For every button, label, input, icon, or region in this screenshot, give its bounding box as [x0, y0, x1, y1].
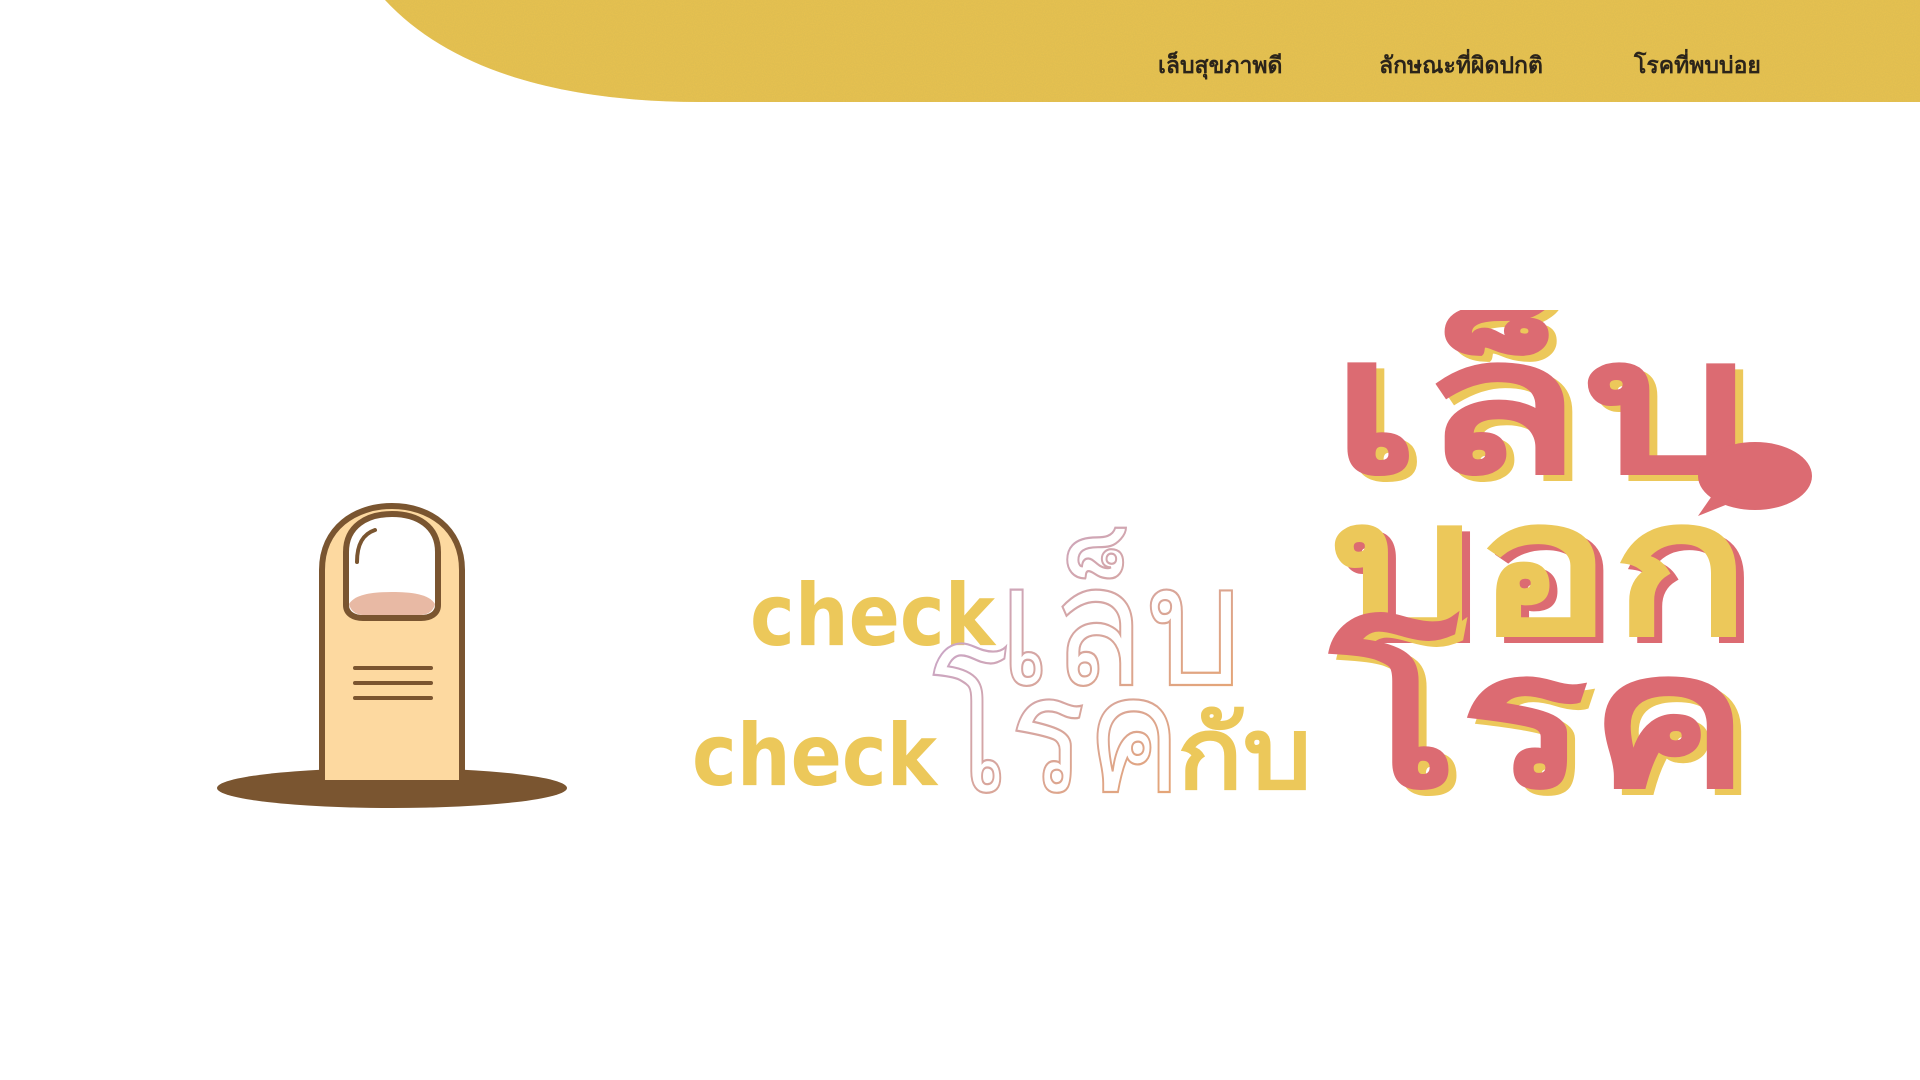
hero-disease-word: โรค — [932, 639, 1182, 800]
speech-bubble-icon — [1698, 442, 1812, 516]
nav-healthy-nails[interactable]: เล็บสุขภาพดี — [1158, 46, 1283, 86]
hero-with-word: กับ — [1177, 695, 1312, 800]
nav-abnormal-signs[interactable]: ลักษณะที่ผิดปกติ — [1379, 46, 1543, 86]
nav-common-diseases[interactable]: โรคที่พบบ่อย — [1634, 46, 1761, 86]
logo-stack: เล็บ บอก โรค — [1327, 310, 1750, 800]
logo-row-3: โรค — [1327, 610, 1750, 800]
hero-title: check เล็บ check โรค กับ เล็บ บอก โรค เล… — [680, 310, 1840, 800]
page: เล็บสุขภาพดี ลักษณะที่ผิดปกติ โรคที่พบบ่… — [0, 0, 1920, 1080]
finger-nail-icon — [215, 500, 570, 815]
header-banner — [0, 0, 1920, 110]
nail-bed — [349, 592, 435, 615]
hero-check-2: check — [692, 706, 939, 800]
